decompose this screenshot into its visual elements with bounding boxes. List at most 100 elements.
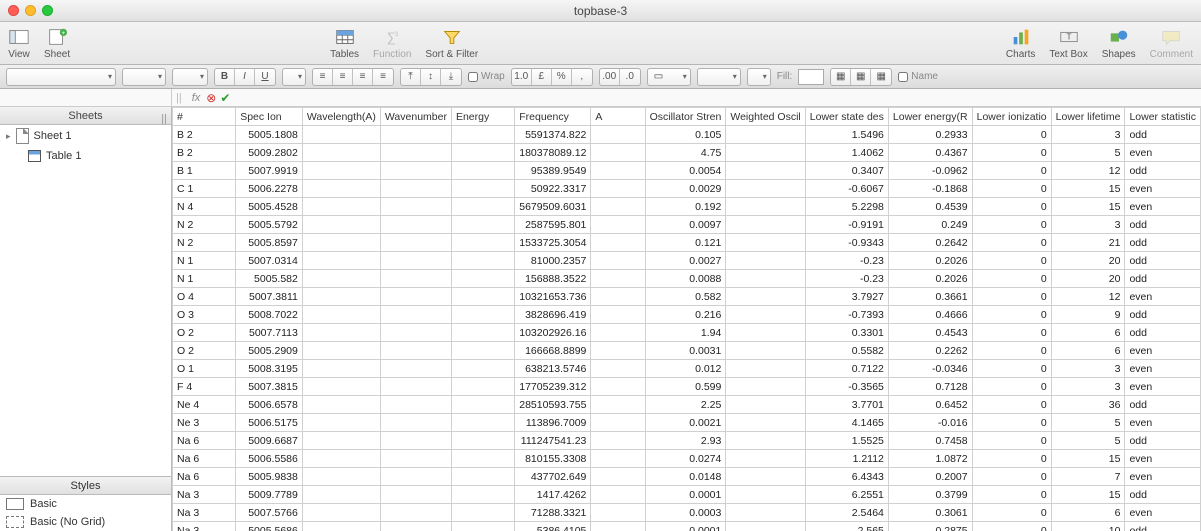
cell[interactable]: 0.012: [645, 360, 726, 378]
cell[interactable]: [591, 522, 645, 531]
border-style-combo[interactable]: [697, 68, 741, 86]
cell[interactable]: 5007.0314: [236, 252, 303, 270]
cell[interactable]: [726, 126, 805, 144]
table-row[interactable]: Na 65009.6687111247541.232.931.55250.745…: [173, 432, 1201, 450]
cell[interactable]: [451, 450, 514, 468]
cell[interactable]: B 1: [173, 162, 236, 180]
cell[interactable]: odd: [1125, 396, 1201, 414]
cell[interactable]: 5008.3195: [236, 360, 303, 378]
cell[interactable]: [302, 504, 380, 522]
cell[interactable]: [302, 234, 380, 252]
cell[interactable]: 0: [972, 252, 1051, 270]
cell[interactable]: 1.5496: [805, 126, 888, 144]
shapes-button[interactable]: Shapes: [1102, 27, 1136, 60]
cell[interactable]: [451, 180, 514, 198]
cell[interactable]: 5008.7022: [236, 306, 303, 324]
cell-reference-box[interactable]: [0, 89, 172, 106]
cell[interactable]: [726, 234, 805, 252]
numfmt-thousands[interactable]: ,: [572, 69, 592, 85]
sortfilter-button[interactable]: Sort & Filter: [425, 27, 478, 60]
cell[interactable]: 15: [1051, 180, 1125, 198]
cell[interactable]: 6: [1051, 342, 1125, 360]
cell[interactable]: 0.6452: [888, 396, 972, 414]
cell[interactable]: [380, 288, 451, 306]
cell[interactable]: [302, 522, 380, 531]
cell[interactable]: 0.2262: [888, 342, 972, 360]
cell[interactable]: even: [1125, 144, 1201, 162]
cell[interactable]: 21: [1051, 234, 1125, 252]
font-style-combo[interactable]: [122, 68, 166, 86]
cell[interactable]: [302, 360, 380, 378]
cell[interactable]: [726, 414, 805, 432]
cell[interactable]: [380, 198, 451, 216]
cell[interactable]: 10321653.736: [515, 288, 591, 306]
cell[interactable]: 437702.649: [515, 468, 591, 486]
cell[interactable]: 0: [972, 486, 1051, 504]
data-table[interactable]: #Spec IonWavelength(A)WavenumberEnergyFr…: [172, 107, 1201, 531]
cell[interactable]: 5006.5175: [236, 414, 303, 432]
cell[interactable]: [451, 270, 514, 288]
table-row[interactable]: N 25005.57922587595.8010.0097-0.91910.24…: [173, 216, 1201, 234]
tables-button[interactable]: Tables: [330, 27, 359, 60]
cell[interactable]: 0.0097: [645, 216, 726, 234]
cell[interactable]: 0.3407: [805, 162, 888, 180]
cell[interactable]: 0.2007: [888, 468, 972, 486]
table-row[interactable]: C 15006.227850922.33170.0029-0.6067-0.18…: [173, 180, 1201, 198]
cell[interactable]: 0.0027: [645, 252, 726, 270]
cell[interactable]: 4.1465: [805, 414, 888, 432]
cell[interactable]: 1.4062: [805, 144, 888, 162]
cell[interactable]: 0: [972, 288, 1051, 306]
cell[interactable]: 5009.2802: [236, 144, 303, 162]
confirm-icon[interactable]: ✔: [220, 91, 230, 105]
cell[interactable]: C 1: [173, 180, 236, 198]
cell[interactable]: 0.3301: [805, 324, 888, 342]
column-header[interactable]: #: [173, 108, 236, 126]
cell[interactable]: [380, 414, 451, 432]
cell[interactable]: O 2: [173, 342, 236, 360]
cell[interactable]: 5006.6578: [236, 396, 303, 414]
cell[interactable]: 5: [1051, 144, 1125, 162]
cell[interactable]: O 3: [173, 306, 236, 324]
cell[interactable]: 3: [1051, 126, 1125, 144]
cell[interactable]: [302, 432, 380, 450]
layout-c[interactable]: ▦: [871, 69, 891, 85]
cell[interactable]: [451, 324, 514, 342]
formula-input[interactable]: [230, 89, 1201, 106]
view-button[interactable]: View: [8, 27, 30, 60]
cell[interactable]: [726, 144, 805, 162]
cell[interactable]: [380, 144, 451, 162]
cell[interactable]: 0.0003: [645, 504, 726, 522]
cell[interactable]: B 2: [173, 144, 236, 162]
cell[interactable]: [380, 378, 451, 396]
font-family-combo[interactable]: [6, 68, 116, 86]
cell[interactable]: [591, 216, 645, 234]
cell[interactable]: [591, 360, 645, 378]
cell[interactable]: even: [1125, 414, 1201, 432]
cell[interactable]: even: [1125, 378, 1201, 396]
cell[interactable]: -0.23: [805, 270, 888, 288]
cell[interactable]: [302, 486, 380, 504]
cell[interactable]: 0.121: [645, 234, 726, 252]
cell[interactable]: 0.0001: [645, 522, 726, 531]
cell[interactable]: 0: [972, 504, 1051, 522]
table-row[interactable]: Ne 35006.5175113896.70090.00214.1465-0.0…: [173, 414, 1201, 432]
cell[interactable]: [726, 198, 805, 216]
cell[interactable]: 3: [1051, 378, 1125, 396]
cell[interactable]: [726, 522, 805, 531]
inc-decimal-button[interactable]: .00: [600, 69, 620, 85]
column-header[interactable]: Frequency: [515, 108, 591, 126]
cell[interactable]: 0: [972, 468, 1051, 486]
cell[interactable]: [591, 180, 645, 198]
cell[interactable]: 12: [1051, 288, 1125, 306]
cell[interactable]: [726, 342, 805, 360]
cell[interactable]: [302, 378, 380, 396]
cell[interactable]: 111247541.23: [515, 432, 591, 450]
cell[interactable]: [302, 144, 380, 162]
cell[interactable]: 3.7927: [805, 288, 888, 306]
column-header[interactable]: Wavelength(A): [302, 108, 380, 126]
cell[interactable]: [380, 252, 451, 270]
cell[interactable]: 0.105: [645, 126, 726, 144]
cell[interactable]: odd: [1125, 216, 1201, 234]
cell[interactable]: [302, 414, 380, 432]
cell[interactable]: [302, 306, 380, 324]
